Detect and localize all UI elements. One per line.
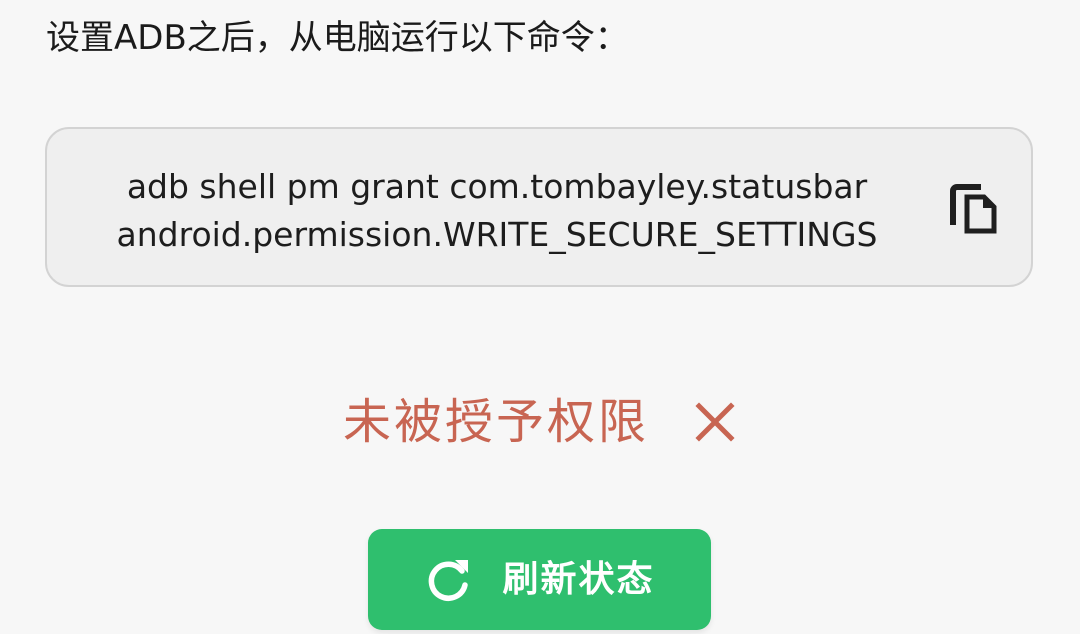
instruction-text: 设置ADB之后，从电脑运行以下命令： [46,18,629,58]
adb-command-box: adb shell pm grant com.tombayley.statusb… [45,127,1033,287]
adb-permission-screen: 设置ADB之后，从电脑运行以下命令： adb shell pm grant co… [0,0,1080,634]
refresh-status-button[interactable]: 刷新状态 [368,529,711,630]
close-icon [693,400,737,444]
permission-status: 未被授予权限 [0,390,1080,454]
permission-status-text: 未被授予权限 [342,394,649,450]
adb-command-text: adb shell pm grant com.tombayley.statusb… [47,163,947,259]
copy-icon [950,184,997,234]
command-line-2: android.permission.WRITE_SECURE_SETTINGS [116,215,878,254]
copy-command-button[interactable] [949,180,1001,238]
command-line-1: adb shell pm grant com.tombayley.statusb… [126,167,868,206]
refresh-status-label: 刷新状态 [502,558,655,600]
refresh-icon [424,556,472,604]
